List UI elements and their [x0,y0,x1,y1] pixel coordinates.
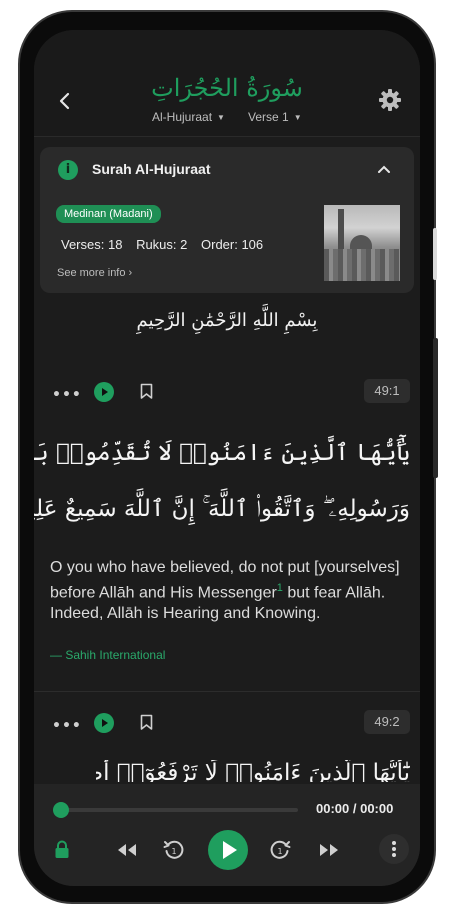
info-icon: i [58,160,78,180]
replay-verse-icon[interactable]: 1 [162,838,186,862]
play-verse-icon[interactable] [94,382,114,402]
phone-power-button [433,338,438,478]
forward-verse-icon[interactable]: 1 [268,838,292,862]
phone-side-button [433,228,437,280]
verse-count: Verses: 18 [61,237,123,252]
translator-name: — Sahih International [50,648,166,662]
lock-icon[interactable] [54,840,70,860]
revelation-order: Order: 106 [201,237,264,252]
more-options-icon[interactable]: ••• [52,387,82,403]
chevron-up-icon[interactable] [376,161,392,177]
verse-arabic-text: يَٰٓأَيُّهَا ٱلَّذِينَ ءَامَنُوا۟ لَا تَ… [96,760,410,782]
caret-down-icon: ▼ [217,113,225,122]
bookmark-icon[interactable] [140,383,153,400]
surah-selector-label: Al-Hujuraat [152,110,213,124]
svg-text:1: 1 [277,847,282,856]
verse-number-badge[interactable]: 49:2 [364,710,410,734]
verse-selector-label: Verse 1 [248,110,289,124]
verse-toolbar: ••• 49:1 [34,379,420,409]
audio-progress-track[interactable] [58,808,298,812]
verse-arabic-line: يَٰٓأَيُّهَا ٱلَّذِينَ ءَامَنُوا۟ لَا تُ… [34,440,410,466]
surah-selector[interactable]: Al-Hujuraat ▼ [152,110,225,124]
surah-calligraphy-title: سُورَةُ الحُجُرَاتِ [151,74,303,102]
medina-mosque-image [324,205,400,281]
verse-arabic-line: وَرَسُولِهِۦ ۖ وَٱتَّقُوا۟ ٱللَّهَ ۚ إِن… [34,496,410,524]
verse-selector[interactable]: Verse 1 ▼ [248,110,302,124]
player-more-options-icon[interactable] [379,834,409,864]
play-verse-icon[interactable] [94,713,114,733]
app-screen: سُورَةُ الحُجُرَاتِ Al-Hujuraat ▼ Verse 1… [34,30,420,886]
caret-down-icon: ▼ [293,113,302,122]
more-options-icon[interactable]: ••• [52,718,82,734]
svg-text:1: 1 [171,847,176,856]
play-button[interactable] [208,830,248,870]
verse-number-badge[interactable]: 49:1 [364,379,410,403]
audio-progress-knob[interactable] [53,802,69,818]
surah-info-title: Surah Al-Hujuraat [92,161,211,177]
bismillah-calligraphy: بِسْمِ اللَّهِ الرَّحْمَٰنِ الرَّحِيمِ [136,310,318,331]
verse-toolbar: ••• 49:2 [34,710,420,740]
verse-translation: O you who have believed, do not put [you… [50,557,400,624]
settings-gear-icon[interactable] [377,87,403,113]
verse-divider [34,691,420,692]
revelation-badge: Medinan (Madani) [56,205,161,223]
see-more-info-link[interactable]: See more info › [57,267,132,279]
audio-time: 00:00 / 00:00 [316,801,394,816]
bookmark-icon[interactable] [140,714,153,731]
fast-forward-icon[interactable] [318,842,340,858]
top-bar: سُورَةُ الحُجُرَاتِ Al-Hujuraat ▼ Verse 1… [34,30,420,137]
surah-stats: Verses: 18 Rukus: 2 Order: 106 [61,237,273,252]
verse-arabic-line-partial: يَٰٓأَيُّهَا ٱلَّذِينَ ءَامَنُوا۟ لَا تَ… [96,760,410,782]
audio-player: 00:00 / 00:00 1 1 [34,784,420,886]
back-arrow-icon[interactable] [56,90,74,112]
verse-arabic-text: وَرَسُولِهِۦ ۖ وَٱتَّقُوا۟ ٱللَّهَ ۚ إِن… [34,496,410,522]
surah-info-card: i Surah Al-Hujuraat Medinan (Madani) Ver… [40,147,414,293]
ruku-count: Rukus: 2 [136,237,188,252]
rewind-icon[interactable] [116,842,138,858]
